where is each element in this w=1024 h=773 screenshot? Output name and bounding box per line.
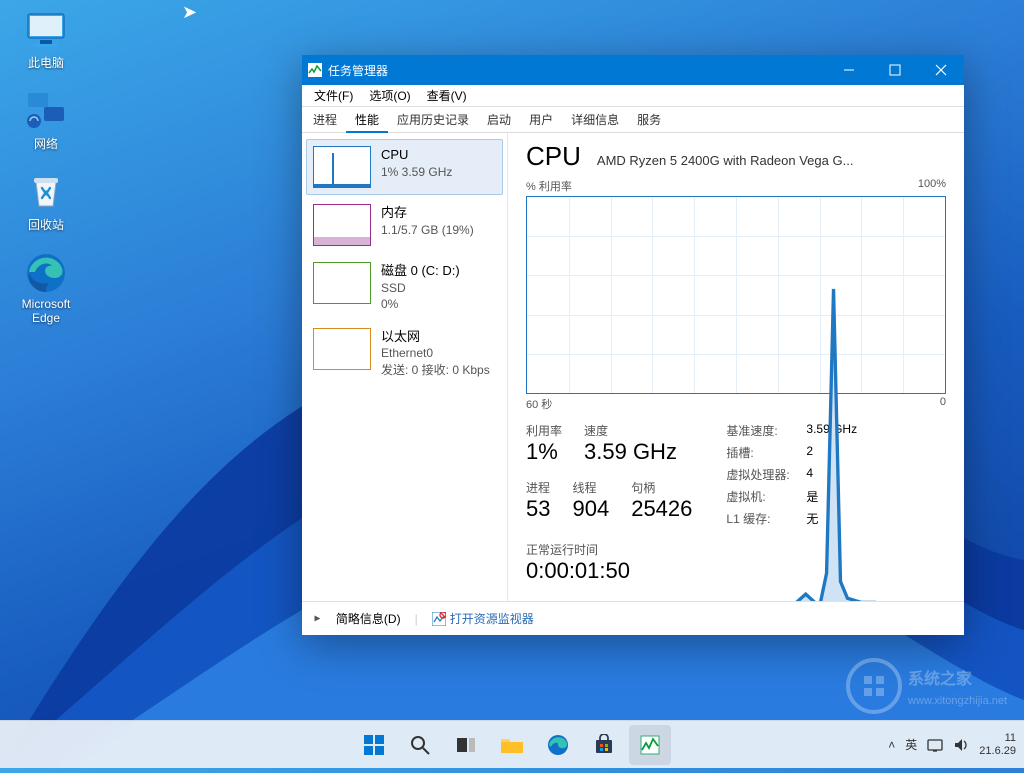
volume-tray-icon[interactable] [953, 737, 969, 753]
store-button[interactable] [583, 725, 625, 765]
explorer-button[interactable] [491, 725, 533, 765]
cpu-thumb-icon [313, 146, 371, 188]
search-button[interactable] [399, 725, 441, 765]
sidebar-item-memory[interactable]: 内存1.1/5.7 GB (19%) [306, 197, 503, 253]
network-icon [24, 89, 68, 133]
tab-processes[interactable]: 进程 [304, 106, 346, 132]
task-manager-window: 任务管理器 文件(F) 选项(O) 查看(V) 进程 性能 应用历史记录 启动 … [302, 55, 964, 635]
titlebar[interactable]: 任务管理器 [302, 55, 964, 85]
menu-view[interactable]: 查看(V) [421, 85, 473, 106]
network-tray-icon[interactable] [927, 737, 943, 753]
app-icon [302, 63, 328, 77]
minimize-button[interactable] [826, 55, 872, 85]
edge-button[interactable] [537, 725, 579, 765]
desktop-icon-edge[interactable]: Microsoft Edge [8, 251, 84, 325]
window-footer: ▲ 简略信息(D) | 打开资源监视器 [302, 601, 964, 635]
open-resmon-link[interactable]: 打开资源监视器 [432, 610, 534, 627]
tab-details[interactable]: 详细信息 [562, 106, 628, 132]
tab-users[interactable]: 用户 [520, 106, 562, 132]
performance-detail: CPU AMD Ryzen 5 2400G with Radeon Vega G… [508, 133, 964, 601]
tabs: 进程 性能 应用历史记录 启动 用户 详细信息 服务 [302, 107, 964, 133]
edge-icon [24, 251, 68, 295]
computer-icon [24, 8, 68, 52]
tray-chevron-icon[interactable]: ˄ [888, 738, 895, 752]
window-title: 任务管理器 [328, 62, 826, 79]
tab-startup[interactable]: 启动 [478, 106, 520, 132]
sidebar-item-network[interactable]: 以太网Ethernet0发送: 0 接收: 0 Kbps [306, 321, 503, 385]
start-button[interactable] [353, 725, 395, 765]
recycle-bin-icon [24, 170, 68, 214]
tab-performance[interactable]: 性能 [346, 106, 388, 132]
performance-sidebar: CPU1% 3.59 GHz 内存1.1/5.7 GB (19%) 磁盘 0 (… [302, 133, 508, 601]
svg-text:系统之家: 系统之家 [908, 669, 973, 688]
desktop-icon-computer[interactable]: 此电脑 [8, 8, 84, 71]
menu-file[interactable]: 文件(F) [308, 85, 359, 106]
menubar: 文件(F) 选项(O) 查看(V) [302, 85, 964, 107]
fewer-details-link[interactable]: 简略信息(D) [336, 610, 401, 627]
y-axis-label: % 利用率 [526, 178, 572, 194]
memory-thumb-icon [313, 204, 371, 246]
sidebar-item-disk[interactable]: 磁盘 0 (C: D:)SSD0% [306, 255, 503, 319]
tab-services[interactable]: 服务 [628, 106, 670, 132]
maximize-button[interactable] [872, 55, 918, 85]
task-view-button[interactable] [445, 725, 487, 765]
disk-thumb-icon [313, 262, 371, 304]
desktop-icon-recycle[interactable]: 回收站 [8, 170, 84, 233]
close-button[interactable] [918, 55, 964, 85]
cpu-usage-chart[interactable] [526, 196, 946, 394]
desktop-icon-network[interactable]: 网络 [8, 89, 84, 152]
y-axis-max: 100% [918, 178, 946, 194]
system-tray[interactable]: ˄ 英 1121.6.29 [888, 732, 1016, 757]
clock[interactable]: 1121.6.29 [979, 732, 1016, 757]
cursor-icon: ➤ [182, 2, 197, 23]
ime-indicator[interactable]: 英 [905, 736, 917, 753]
tab-app-history[interactable]: 应用历史记录 [388, 106, 478, 132]
sidebar-item-cpu[interactable]: CPU1% 3.59 GHz [306, 139, 503, 195]
taskbar[interactable]: ˄ 英 1121.6.29 [0, 720, 1024, 768]
menu-options[interactable]: 选项(O) [363, 85, 416, 106]
network-thumb-icon [313, 328, 371, 370]
watermark: 系统之家 www.xitongzhijia.net [844, 656, 1014, 716]
detail-title: CPU [526, 141, 581, 172]
task-manager-button[interactable] [629, 725, 671, 765]
cpu-model: AMD Ryzen 5 2400G with Radeon Vega G... [597, 153, 946, 168]
collapse-icon[interactable]: ▲ [311, 614, 322, 624]
svg-text:www.xitongzhijia.net: www.xitongzhijia.net [907, 695, 1007, 707]
